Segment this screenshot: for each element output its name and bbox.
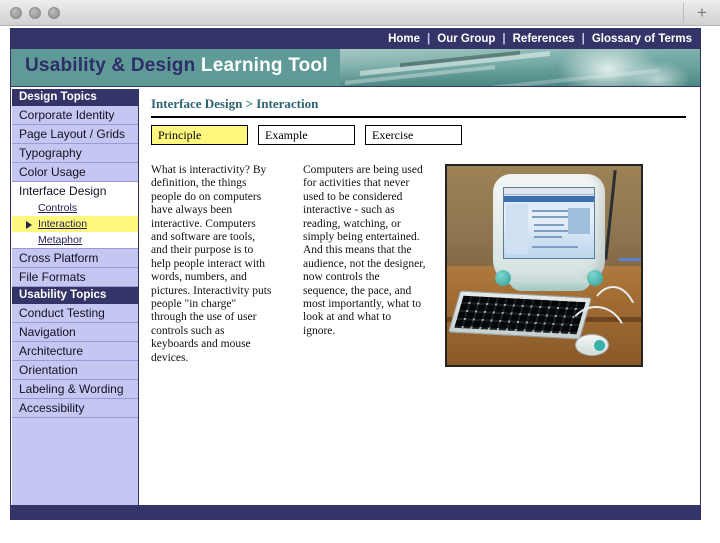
- sidebar-section-header-usability-topics: Usability Topics: [12, 287, 138, 304]
- site-title: Usability & Design Learning Tool: [25, 55, 328, 77]
- sidebar-item-interface-design[interactable]: Interface Design: [12, 182, 138, 200]
- breadcrumb: Interface Design > Interaction: [151, 96, 319, 111]
- sidebar-item-navigation[interactable]: Navigation: [12, 323, 138, 342]
- page-body: Design Topics Corporate Identity Page La…: [11, 88, 700, 519]
- new-tab-button[interactable]: +: [690, 3, 714, 23]
- photo-imac-foot: [509, 279, 591, 291]
- sidebar-filler: [12, 418, 138, 518]
- content-tabs: Principle Example Exercise: [151, 125, 462, 145]
- site-page: Home | Our Group | References | Glossary…: [10, 28, 701, 520]
- tab-principle[interactable]: Principle: [151, 125, 248, 145]
- sidebar-subitem-label: Interaction: [38, 218, 88, 230]
- sidebar-item-color-usage[interactable]: Color Usage: [12, 163, 138, 182]
- sidebar-subitem-label: Controls: [38, 202, 78, 214]
- zoom-window-button[interactable]: [48, 7, 60, 19]
- banner-photo: [340, 49, 700, 86]
- sidebar-subitem-controls[interactable]: Controls: [12, 200, 138, 216]
- sidebar-subitem-label: Metaphor: [38, 234, 83, 246]
- nav-separator: |: [502, 33, 506, 45]
- sidebar-item-file-formats[interactable]: File Formats: [12, 268, 138, 287]
- close-window-button[interactable]: [10, 7, 22, 19]
- nav-link-home[interactable]: Home: [388, 33, 420, 45]
- photo-imac-screen: [503, 187, 595, 259]
- site-title-primary: Usability & Design: [25, 55, 196, 76]
- nav-link-references[interactable]: References: [513, 33, 575, 45]
- sidebar-subitem-interaction[interactable]: Interaction: [12, 216, 138, 232]
- photo-cable-blue: [619, 258, 641, 261]
- nav-link-our-group[interactable]: Our Group: [437, 33, 495, 45]
- sidebar-subitem-metaphor[interactable]: Metaphor: [12, 232, 138, 249]
- sidebar-item-architecture[interactable]: Architecture: [12, 342, 138, 361]
- photo-imac-speaker-right: [587, 270, 603, 286]
- body-text-column-1: What is interactivity? By definition, th…: [151, 164, 272, 364]
- chrome-divider: [683, 3, 684, 23]
- traffic-light-group: [10, 7, 60, 19]
- nav-link-glossary-of-terms[interactable]: Glossary of Terms: [592, 33, 692, 45]
- sidebar-item-cross-platform[interactable]: Cross Platform: [12, 249, 138, 268]
- tab-example[interactable]: Example: [258, 125, 355, 145]
- nav-separator: |: [581, 33, 585, 45]
- body-text-column-2: Computers are being used for activities …: [303, 164, 426, 337]
- sidebar-item-labeling-wording[interactable]: Labeling & Wording: [12, 380, 138, 399]
- sidebar-section-header-design-topics: Design Topics: [12, 89, 138, 106]
- sidebar-item-page-layout-grids[interactable]: Page Layout / Grids: [12, 125, 138, 144]
- minimize-window-button[interactable]: [29, 7, 41, 19]
- sidebar-item-accessibility[interactable]: Accessibility: [12, 399, 138, 418]
- sidebar-item-orientation[interactable]: Orientation: [12, 361, 138, 380]
- photo-mouse: [575, 334, 609, 356]
- sidebar-item-typography[interactable]: Typography: [12, 144, 138, 163]
- content-divider: [151, 116, 686, 118]
- site-title-secondary: Learning Tool: [200, 55, 328, 76]
- site-banner: Usability & Design Learning Tool: [11, 49, 700, 87]
- content-photo-imac: [445, 164, 643, 367]
- sidebar-navigation: Design Topics Corporate Identity Page La…: [12, 89, 139, 519]
- main-content: Interface Design > Interaction Principle…: [139, 88, 700, 519]
- page-footer-bar: [11, 505, 700, 519]
- sidebar-item-corporate-identity[interactable]: Corporate Identity: [12, 106, 138, 125]
- tab-exercise[interactable]: Exercise: [365, 125, 462, 145]
- sidebar-item-conduct-testing[interactable]: Conduct Testing: [12, 304, 138, 323]
- top-navigation-bar: Home | Our Group | References | Glossary…: [11, 29, 700, 49]
- nav-separator: |: [427, 33, 431, 45]
- photo-imac-speaker-left: [495, 270, 511, 286]
- browser-window-chrome: +: [0, 0, 720, 26]
